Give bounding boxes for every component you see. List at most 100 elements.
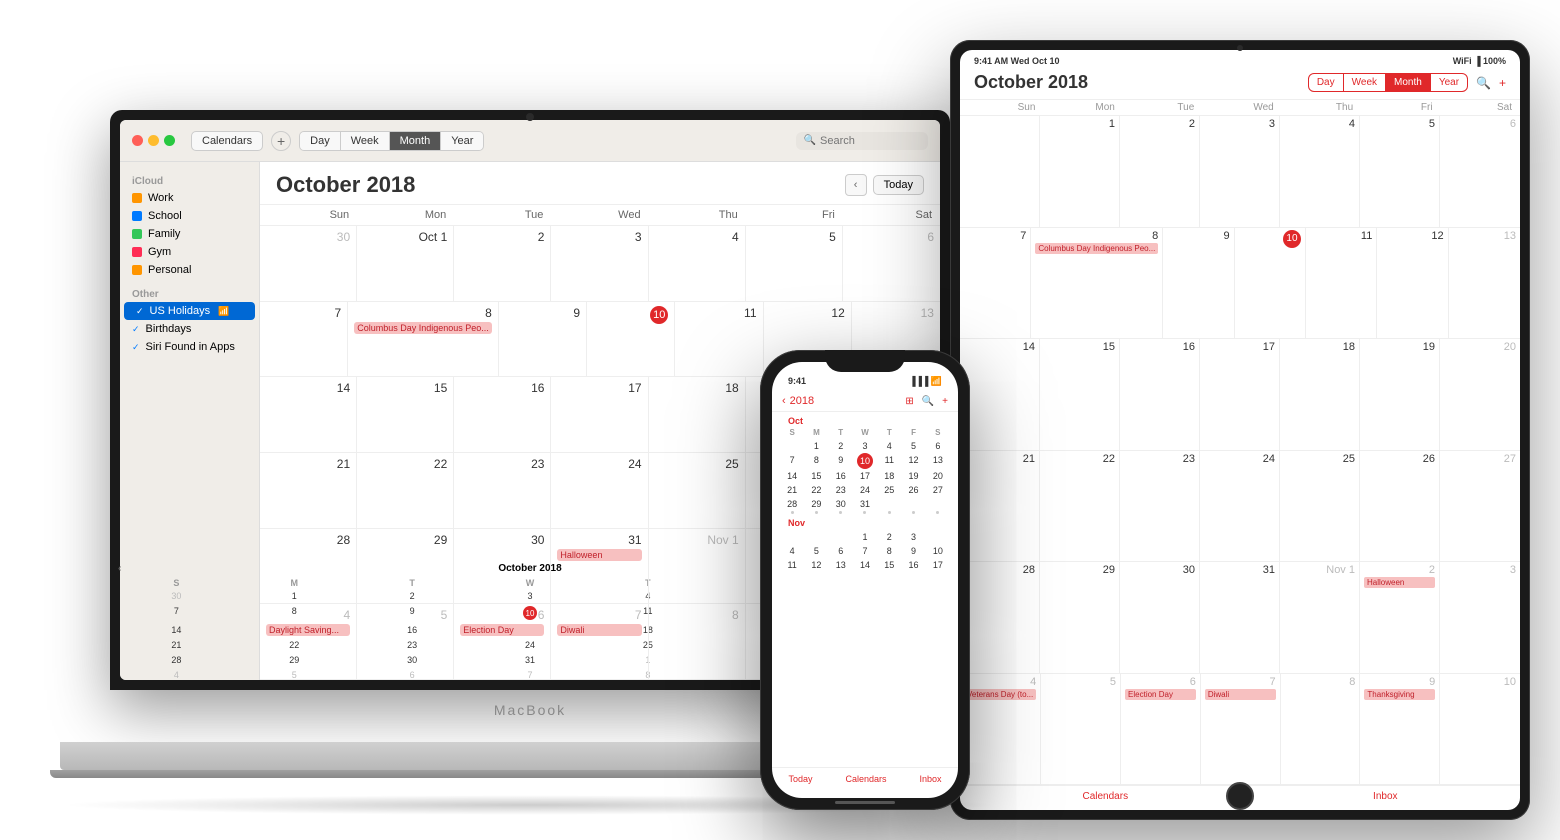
ipad-election-event[interactable]: Election Day: [1125, 689, 1196, 700]
iphone-add-icon[interactable]: +: [942, 396, 948, 407]
ipad-day-button[interactable]: Day: [1309, 74, 1343, 91]
cal-day-headers: Sun Mon Tue Wed Thu Fri Sat: [260, 205, 940, 226]
sidebar-item-family[interactable]: Family: [120, 225, 259, 243]
cal-cell[interactable]: 2: [454, 226, 551, 301]
search-input[interactable]: [820, 135, 920, 147]
cal-cell[interactable]: 25: [649, 453, 746, 528]
ipad-week-button[interactable]: Week: [1343, 74, 1385, 91]
school-label: School: [148, 210, 182, 222]
ipad-row: 28 29 30 31 Nov 1 2 Halloween 3: [960, 562, 1520, 674]
cal-cell[interactable]: 4 Daylight Saving...: [260, 604, 357, 679]
day-view-button[interactable]: Day: [300, 132, 341, 150]
cal-cell[interactable]: Oct 1: [357, 226, 454, 301]
close-button[interactable]: [132, 135, 143, 146]
cal-cell[interactable]: Nov 1: [649, 529, 746, 604]
ipad-veterans-event[interactable]: Veterans Day (to...: [964, 689, 1036, 700]
sidebar-item-birthdays[interactable]: ✓ Birthdays: [120, 320, 259, 338]
cal-cell[interactable]: 29: [357, 529, 454, 604]
cal-cell[interactable]: 11: [675, 302, 763, 377]
check-icon-2: ✓: [132, 324, 140, 335]
sidebar-item-siri[interactable]: ✓ Siri Found in Apps: [120, 338, 259, 356]
ipad-thanksgiving-event[interactable]: Thanksgiving: [1364, 689, 1435, 700]
ipad-calendars-tab[interactable]: Calendars: [1082, 791, 1128, 802]
traffic-lights: [132, 135, 175, 146]
sidebar-item-school[interactable]: School: [120, 207, 259, 225]
ipad-cal-header: October 2018 Day Week Month Year 🔍 +: [960, 68, 1520, 100]
prev-month-button[interactable]: ‹: [845, 174, 867, 196]
ipad-grid: 1 2 3 4 5 6 7 8 Columbus Day Indigenous …: [960, 116, 1520, 785]
diwali-event[interactable]: Diwali: [557, 624, 641, 636]
month-view-button[interactable]: Month: [390, 132, 442, 150]
ipad-halloween-event[interactable]: Halloween: [1364, 577, 1435, 588]
cal-cell[interactable]: 6: [843, 226, 940, 301]
cal-cell[interactable]: 22: [357, 453, 454, 528]
iphone-today-tab[interactable]: Today: [788, 774, 812, 784]
week-view-button[interactable]: Week: [341, 132, 390, 150]
iphone-back-button[interactable]: ‹: [782, 395, 786, 407]
calendars-button[interactable]: Calendars: [191, 131, 263, 151]
cal-cell[interactable]: 18: [649, 377, 746, 452]
cal-cell[interactable]: 28: [260, 529, 357, 604]
sidebar-item-work[interactable]: Work: [120, 189, 259, 207]
cal-cell[interactable]: 5: [746, 226, 843, 301]
sidebar-item-personal[interactable]: Personal: [120, 261, 259, 279]
cal-cell[interactable]: 8 Columbus Day Indigenous Peo...: [348, 302, 499, 377]
ipad: 9:41 AM Wed Oct 10 WiFi ▐ 100% October 2…: [950, 40, 1530, 820]
cal-cell[interactable]: 10: [587, 302, 675, 377]
election-day-event[interactable]: Election Day: [460, 624, 544, 636]
mini-cal-prev[interactable]: ‹: [120, 563, 121, 574]
sidebar-item-gym[interactable]: Gym: [120, 243, 259, 261]
cal-cell[interactable]: 16: [454, 377, 551, 452]
iphone: 9:41 ▐▐▐ 📶 ‹ 2018 ⊞ 🔍 + Oct SMT: [760, 350, 970, 810]
cal-cell[interactable]: 14: [260, 377, 357, 452]
cal-cell[interactable]: 9: [499, 302, 587, 377]
cal-cell[interactable]: 17: [551, 377, 648, 452]
ipad-columbus-event[interactable]: Columbus Day Indigenous Peo...: [1035, 243, 1158, 254]
cal-cell[interactable]: 8: [649, 604, 746, 679]
cal-cell[interactable]: 23: [454, 453, 551, 528]
ipad-search-icon[interactable]: 🔍: [1476, 76, 1491, 90]
iphone-day-headers: SMT WTFS: [780, 428, 950, 437]
halloween-event[interactable]: Halloween: [557, 549, 641, 561]
add-event-button[interactable]: +: [271, 131, 291, 151]
iphone-list-icon[interactable]: ⊞: [905, 396, 913, 407]
mac-toolbar: Calendars + Day Week Month Year 🔍: [120, 120, 940, 162]
sidebar-item-us-holidays[interactable]: ✓ US Holidays 📶: [124, 302, 255, 320]
ipad-inbox-tab[interactable]: Inbox: [1373, 791, 1397, 802]
iphone-inbox-tab[interactable]: Inbox: [919, 774, 941, 784]
ipad-add-icon[interactable]: +: [1499, 76, 1506, 90]
gym-label: Gym: [148, 246, 171, 258]
cal-cell[interactable]: 5: [357, 604, 454, 679]
ipad-time: 9:41 AM Wed Oct 10: [974, 56, 1060, 66]
ipad-year-button[interactable]: Year: [1430, 74, 1467, 91]
cal-cell[interactable]: 4: [649, 226, 746, 301]
cal-cell[interactable]: 24: [551, 453, 648, 528]
ipad-home-button[interactable]: [1226, 782, 1254, 810]
cal-cell[interactable]: 30: [454, 529, 551, 604]
columbus-day-event[interactable]: Columbus Day Indigenous Peo...: [354, 322, 492, 334]
siri-label: Siri Found in Apps: [146, 341, 235, 353]
today-button[interactable]: Today: [873, 175, 924, 195]
maximize-button[interactable]: [164, 135, 175, 146]
personal-label: Personal: [148, 264, 191, 276]
cal-cell[interactable]: 7: [260, 302, 348, 377]
cal-cell[interactable]: 7 Diwali: [551, 604, 648, 679]
iphone-nov-section: Nov 1 2 3 4 5 6 7 8 9: [772, 514, 958, 572]
year-view-button[interactable]: Year: [441, 132, 483, 150]
iphone-nov-grid: 1 2 3 4 5 6 7 8 9 10 11 12 13 1: [780, 530, 950, 572]
cal-cell[interactable]: 31 Halloween: [551, 529, 648, 604]
ipad-diwali-event[interactable]: Diwali: [1205, 689, 1276, 700]
cal-cell[interactable]: 15: [357, 377, 454, 452]
search-bar[interactable]: 🔍: [796, 132, 928, 150]
minimize-button[interactable]: [148, 135, 159, 146]
cal-cell[interactable]: 3: [551, 226, 648, 301]
cal-cell[interactable]: 30: [260, 226, 357, 301]
iphone-calendars-tab[interactable]: Calendars: [845, 774, 886, 784]
search-icon: 🔍: [804, 135, 816, 146]
daylight-saving-event[interactable]: Daylight Saving...: [266, 624, 350, 636]
ipad-month-button[interactable]: Month: [1385, 74, 1430, 91]
iphone-search-icon[interactable]: 🔍: [922, 396, 934, 407]
ipad-row: 21 22 23 24 25 26 27: [960, 451, 1520, 563]
cal-cell[interactable]: 21: [260, 453, 357, 528]
cal-cell[interactable]: 6 Election Day: [454, 604, 551, 679]
